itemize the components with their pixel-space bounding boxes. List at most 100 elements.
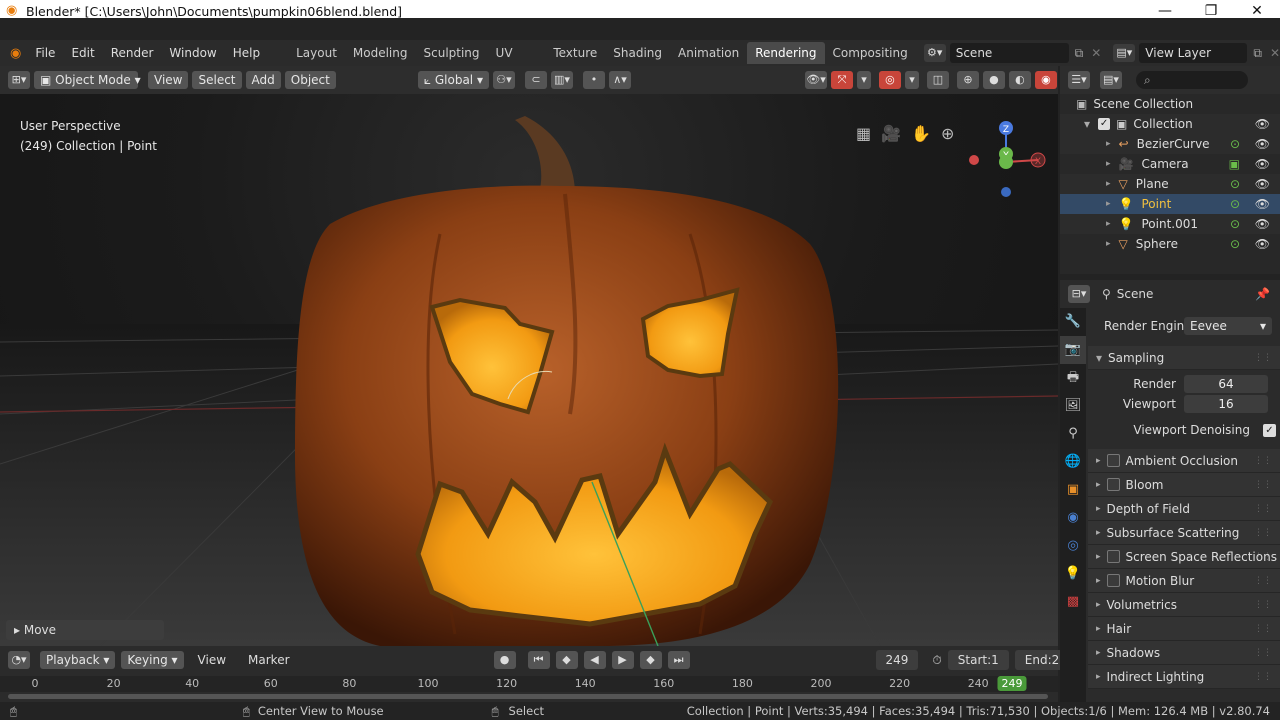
display-mode-icon[interactable]: ▤▾: [1100, 71, 1122, 89]
tab-animation[interactable]: Animation: [670, 42, 747, 64]
object-data-icon[interactable]: ⊙: [1230, 177, 1240, 191]
object-data-icon[interactable]: ▣: [1229, 157, 1240, 171]
object-data-icon[interactable]: ⊙: [1230, 217, 1240, 231]
timeline-ruler[interactable]: 0 20 40 60 80 100 120 140 160 180 200 220 240 249: [0, 676, 1058, 692]
editor-type-icon[interactable]: ⊞▾: [8, 71, 30, 89]
texture-tab-icon[interactable]: ▩: [1060, 588, 1086, 616]
panel-enable-checkbox[interactable]: [1106, 478, 1120, 491]
panel-enable-checkbox[interactable]: [1106, 550, 1120, 563]
view-menu[interactable]: View: [148, 71, 189, 89]
close-icon[interactable]: ✕: [1234, 3, 1280, 19]
panel-expand-icon[interactable]: ▸: [1096, 552, 1101, 562]
outliner-item-sphere[interactable]: ▸ ▽ Sphere ⊙ 👁: [1060, 234, 1280, 254]
snap-target-icon[interactable]: ▥▾: [550, 71, 573, 89]
tab-rendering[interactable]: Rendering: [747, 42, 825, 64]
tab-sculpting[interactable]: Sculpting: [416, 42, 488, 64]
panel-shadows[interactable]: ▸ Shadows ⋮⋮: [1088, 641, 1280, 665]
panel-expand-icon[interactable]: ▸: [1096, 456, 1101, 466]
viewport-denoising-checkbox[interactable]: ✓: [1263, 423, 1276, 437]
panel-grip-icon[interactable]: ⋮⋮: [1254, 480, 1272, 490]
gizmo-neg-x[interactable]: [969, 155, 979, 165]
object-visibility-icon[interactable]: 👁: [1255, 237, 1270, 251]
pan-hand-icon[interactable]: ✋: [911, 124, 931, 143]
expand-chevron-icon[interactable]: ▸: [1106, 159, 1111, 169]
scene-tab-icon[interactable]: ⚲: [1060, 420, 1086, 448]
expand-chevron-icon[interactable]: ▸: [1106, 139, 1111, 149]
object-visibility-icon[interactable]: 👁: [1255, 197, 1270, 211]
gizmo-neg-z[interactable]: [1001, 187, 1011, 197]
panel-grip-icon[interactable]: ⋮⋮: [1254, 672, 1272, 682]
timeline-marker-menu[interactable]: Marker: [240, 649, 297, 671]
panel-grip-icon[interactable]: ⋮⋮: [1254, 528, 1272, 538]
last-operator-panel[interactable]: ▸ Move: [6, 620, 164, 640]
object-data-tab-icon[interactable]: 💡: [1060, 560, 1086, 588]
panel-expand-icon[interactable]: ▸: [1096, 504, 1101, 514]
view-layer-remove-icon[interactable]: ✕: [1270, 46, 1280, 60]
restore-icon[interactable]: ❐: [1188, 3, 1234, 19]
view-layer-browse-icon[interactable]: ▤▾: [1113, 44, 1136, 62]
render-samples-field[interactable]: 64: [1184, 375, 1268, 393]
tab-compositing[interactable]: Compositing: [825, 42, 916, 64]
panel-hair[interactable]: ▸ Hair ⋮⋮: [1088, 617, 1280, 641]
minimize-icon[interactable]: —: [1142, 3, 1188, 19]
world-tab-icon[interactable]: 🌐: [1060, 448, 1086, 476]
object-visibility-icon[interactable]: 👁: [1255, 157, 1270, 171]
tab-layout[interactable]: Layout: [288, 42, 345, 64]
view-layer-tab-icon[interactable]: 🖼: [1060, 392, 1086, 420]
panel-screen-space-reflections[interactable]: ▸ Screen Space Reflections ⋮⋮: [1088, 545, 1280, 569]
panel-ambient-occlusion[interactable]: ▸ Ambient Occlusion ⋮⋮: [1088, 449, 1280, 473]
overlay-options-icon[interactable]: ▾: [904, 71, 919, 89]
shading-solid-icon[interactable]: ●: [982, 71, 1005, 89]
scene-browse-icon[interactable]: ⚙▾: [923, 44, 946, 62]
modifier-tab-icon[interactable]: ◉: [1060, 504, 1086, 532]
panel-volumetrics[interactable]: ▸ Volumetrics ⋮⋮: [1088, 593, 1280, 617]
current-frame-marker[interactable]: 249: [997, 676, 1027, 691]
object-visibility-icon[interactable]: 👁: [1255, 177, 1270, 191]
tool-tab-icon[interactable]: 🔧: [1060, 308, 1086, 336]
sampling-panel-header[interactable]: ▾ Sampling ⋮⋮: [1088, 346, 1280, 370]
output-tab-icon[interactable]: 🖶: [1060, 364, 1086, 392]
3d-viewport[interactable]: User Perspective (249) Collection | Poin…: [0, 94, 1058, 646]
snap-icon[interactable]: ⊂: [524, 71, 547, 89]
expand-chevron-icon[interactable]: ▸: [1106, 179, 1111, 189]
render-engine-dropdown[interactable]: Eevee ▾: [1184, 317, 1272, 335]
visibility-icon[interactable]: 👁▾: [804, 71, 827, 89]
navigation-gizmo[interactable]: Z X Y: [958, 118, 1054, 214]
panel-grip-icon[interactable]: ⋮⋮: [1254, 576, 1272, 586]
scene-selector[interactable]: Scene: [949, 43, 1069, 63]
zoom-icon[interactable]: ⊕: [941, 124, 954, 143]
xray-icon[interactable]: ◫: [926, 71, 949, 89]
gizmo-toggle-icon[interactable]: ⤧: [830, 71, 853, 89]
falloff-icon[interactable]: ∧▾: [608, 71, 631, 89]
expand-chevron-icon[interactable]: ▸: [1106, 239, 1111, 249]
object-menu[interactable]: Object: [284, 71, 336, 89]
tab-uv-editing[interactable]: UV Editing: [488, 42, 546, 82]
start-frame-field[interactable]: Start: 1: [947, 650, 1009, 670]
record-icon[interactable]: ●: [493, 651, 516, 669]
object-data-icon[interactable]: ⊙: [1230, 197, 1240, 211]
outliner-search-input[interactable]: ⌕: [1136, 71, 1248, 89]
proportional-edit-icon[interactable]: •: [582, 71, 605, 89]
shading-wireframe-icon[interactable]: ⊕: [956, 71, 979, 89]
menu-window[interactable]: Window: [161, 42, 224, 64]
tab-modeling[interactable]: Modeling: [345, 42, 416, 64]
expand-chevron-icon[interactable]: ▸: [1106, 199, 1111, 209]
pivot-icon[interactable]: ⚇▾: [492, 71, 515, 89]
panel-indirect-lighting[interactable]: ▸ Indirect Lighting ⋮⋮: [1088, 665, 1280, 689]
prev-keyframe-icon[interactable]: ◆: [555, 651, 578, 669]
expand-chevron-icon[interactable]: ▾: [1084, 117, 1090, 131]
view-layer-copy-icon[interactable]: ⧉: [1253, 46, 1262, 61]
panel-expand-icon[interactable]: ▸: [1096, 600, 1101, 610]
menu-edit[interactable]: Edit: [63, 42, 102, 64]
panel-grip-icon[interactable]: ⋮⋮: [1254, 600, 1272, 610]
scene-collection-row[interactable]: ▣ Scene Collection: [1060, 94, 1280, 114]
object-visibility-icon[interactable]: 👁: [1255, 137, 1270, 151]
panel-grip-icon[interactable]: ⋮⋮: [1254, 624, 1272, 634]
panel-grip-icon[interactable]: ⋮⋮: [1254, 456, 1272, 466]
object-tab-icon[interactable]: ▣: [1060, 476, 1086, 504]
panel-expand-icon[interactable]: ▸: [1096, 576, 1101, 586]
expand-chevron-icon[interactable]: ▸: [1106, 219, 1111, 229]
panel-grip-icon[interactable]: ⋮⋮: [1254, 552, 1272, 562]
outliner-editor-type-icon[interactable]: ☰▾: [1068, 71, 1090, 89]
scene-remove-icon[interactable]: ✕: [1091, 46, 1101, 60]
